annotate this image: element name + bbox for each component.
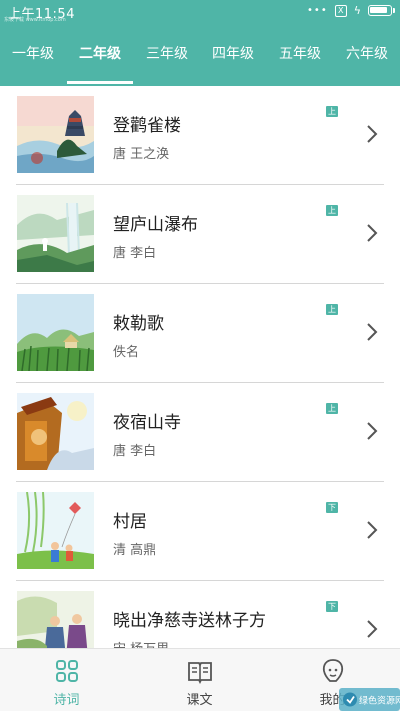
more-dots-icon: ••• [307,5,328,16]
nav-label: 课文 [186,693,213,708]
tab-grade-4[interactable]: 四年级 [200,36,266,82]
charging-icon: ϟ [353,4,361,17]
chevron-right-icon [367,422,378,440]
poem-thumbnail [17,393,94,470]
poem-title: 敕勒歌 [113,314,164,334]
app-header: 上午11:54 东坡下载 www.itmop.com ••• X ϟ 一年级 二… [0,0,400,86]
poem-author: 唐 李白 [113,246,157,261]
tab-grade-5[interactable]: 五年级 [267,36,333,82]
tab-grade-6[interactable]: 六年级 [334,36,400,82]
poem-row[interactable]: 望庐山瀑布 唐 李白 上 [0,185,400,284]
poem-thumbnail [17,591,94,648]
grade-tabs: 一年级 二年级 三年级 四年级 五年级 六年级 [0,36,400,82]
poem-row[interactable]: 晓出净慈寺送林子方 宋 杨万里 下 [0,581,400,648]
watermark-text: 东坡下载 www.itmop.com [4,17,66,23]
poem-title: 登鹳雀楼 [113,116,181,136]
poem-author: 唐 李白 [113,444,157,459]
poem-title: 夜宿山寺 [113,413,181,433]
poem-author: 清 高鼎 [113,543,157,558]
poem-author: 宋 杨万里 [113,638,169,648]
tab-grade-3[interactable]: 三年级 [134,36,200,82]
chevron-right-icon [367,125,378,143]
poem-author: 唐 王之涣 [113,147,170,162]
corner-logo-badge: 绿色资源网 [339,688,400,711]
tab-grade-1[interactable]: 一年级 [0,36,66,82]
nav-label: 诗词 [53,693,80,708]
person-icon [322,659,344,682]
book-icon [188,662,212,684]
tab-grade-2[interactable]: 二年级 [67,36,133,82]
nav-texts[interactable]: 课文 [133,649,266,711]
battery-fill [370,7,387,13]
volume-badge: 上 [326,106,338,117]
volume-badge: 上 [326,205,338,216]
poem-title: 村居 [113,512,147,532]
chevron-right-icon [367,521,378,539]
volume-badge: 上 [326,304,338,315]
active-tab-indicator [67,81,133,84]
poem-thumbnail [17,492,94,569]
volume-badge: 上 [326,403,338,414]
status-bar: 上午11:54 东坡下载 www.itmop.com ••• X ϟ [0,0,400,24]
poem-row[interactable]: 夜宿山寺 唐 李白 上 [0,383,400,482]
poem-thumbnail [17,96,94,173]
volume-badge: 下 [326,601,338,612]
poem-row[interactable]: 村居 清 高鼎 下 [0,482,400,581]
battery-icon [368,5,395,16]
chevron-right-icon [367,224,378,242]
corner-badge-text: 绿色资源网 [359,695,400,707]
poem-thumbnail [17,195,94,272]
poem-title: 晓出净慈寺送林子方 [113,611,266,631]
poem-row[interactable]: 登鹳雀楼 唐 王之涣 上 [0,86,400,185]
sim-icon: X [334,4,347,17]
chevron-right-icon [367,620,378,638]
poem-list: 登鹳雀楼 唐 王之涣 上 望庐山瀑布 唐 李白 上 敕勒歌 佚名 上 夜宿山寺 … [0,86,400,648]
volume-badge: 下 [326,502,338,513]
chevron-right-icon [367,323,378,341]
poem-thumbnail [17,294,94,371]
nav-poems[interactable]: 诗词 [0,649,133,711]
grid-icon [56,660,78,682]
status-icons: ••• X ϟ [307,4,395,17]
poem-author: 佚名 [113,345,140,360]
poem-row[interactable]: 敕勒歌 佚名 上 [0,284,400,383]
poem-title: 望庐山瀑布 [113,215,198,235]
